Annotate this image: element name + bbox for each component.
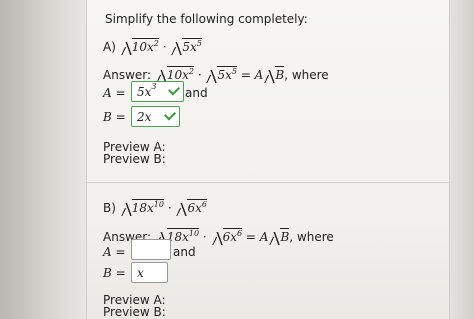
- section-divider: [87, 182, 449, 183]
- radicand-1: 10x: [166, 68, 189, 82]
- radical: 5x5: [206, 66, 237, 83]
- radical: 18x10: [120, 199, 164, 216]
- exponent-2: 6: [201, 200, 207, 209]
- part-a-B-input[interactable]: 2x: [131, 106, 180, 127]
- part-a-B-value: 2x: [137, 110, 152, 124]
- part-b-preview-B: Preview B:: [103, 305, 166, 319]
- checkmark-icon: [163, 108, 177, 121]
- part-b-expression: B) 18x10 · 6x6: [103, 199, 207, 216]
- radicand-2: 6x: [222, 230, 237, 244]
- radicand-1: 10x: [131, 40, 154, 54]
- equals-A: = A: [245, 230, 269, 244]
- part-a-expression: A) 10x2 · 5x5: [103, 38, 202, 55]
- part-a-answer-line: Answer: 10x2 · 5x5 = A B, where: [103, 66, 329, 83]
- radicand-B: B: [275, 66, 285, 82]
- where-text: , where: [284, 68, 329, 82]
- part-b-label: B): [103, 201, 116, 215]
- part-a-preview-B: Preview B:: [103, 152, 166, 166]
- equals-A: = A: [240, 68, 264, 82]
- where-text: , where: [289, 230, 334, 244]
- radicand-2: 6x: [187, 201, 202, 215]
- radicand-2: 5x: [182, 40, 197, 54]
- answer-label: Answer:: [103, 68, 152, 82]
- radicand-B: B: [280, 228, 290, 244]
- part-b-B-value: x: [137, 266, 144, 280]
- radical: 10x2: [120, 38, 159, 55]
- exponent-2: 5: [196, 39, 202, 48]
- screenshot: Simplify the following completely: A) 10…: [0, 0, 474, 319]
- part-b-A-input[interactable]: [131, 239, 171, 260]
- radicand-1: 18x: [131, 201, 154, 215]
- part-a-A-input[interactable]: 5x3: [131, 81, 184, 102]
- checkmark-icon: [167, 83, 181, 96]
- exponent-1: 10: [153, 200, 164, 209]
- part-b-A-label: A =: [103, 245, 126, 259]
- part-b-B-input[interactable]: x: [131, 262, 168, 283]
- question-card: Simplify the following completely: A) 10…: [86, 0, 450, 319]
- exponent-2: 5: [231, 67, 237, 76]
- and-text: and: [185, 86, 208, 100]
- part-b-B-label: B =: [103, 266, 126, 280]
- part-a-label: A): [103, 40, 116, 54]
- exponent-2: 6: [236, 229, 243, 238]
- radical: 10x2: [155, 66, 194, 83]
- radical: 5x5: [171, 38, 202, 55]
- radicand-2: 5x: [217, 68, 232, 82]
- radical: B: [264, 66, 285, 83]
- and-text: and: [173, 245, 196, 259]
- radical: B: [269, 228, 290, 245]
- exponent-1: 2: [188, 67, 194, 76]
- part-a-B-label: B =: [103, 110, 126, 124]
- radical: 6x6: [176, 199, 207, 216]
- radical: 6x6: [211, 228, 243, 245]
- part-a-A-label: A =: [103, 86, 126, 100]
- exponent-1: 10: [188, 229, 200, 238]
- left-margin: [0, 0, 86, 319]
- part-a-A-value: 5x3: [137, 82, 157, 99]
- instruction-text: Simplify the following completely:: [105, 12, 308, 26]
- exponent-1: 2: [153, 39, 159, 48]
